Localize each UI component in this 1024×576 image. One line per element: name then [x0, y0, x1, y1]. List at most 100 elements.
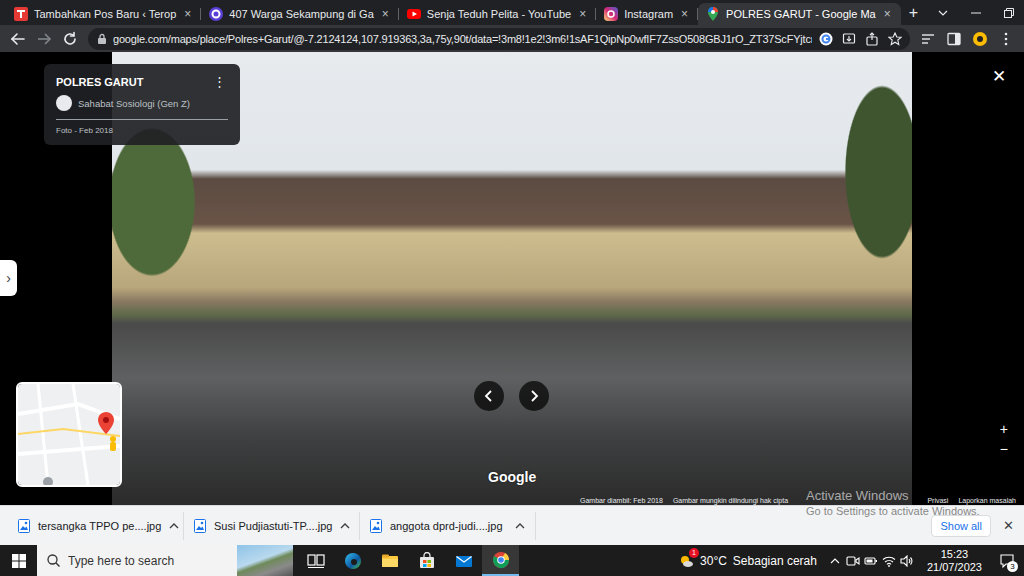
browser-tab[interactable]: 407 Warga Sekampung di Ga ×: [201, 3, 399, 25]
volume-icon[interactable]: [899, 551, 915, 571]
lock-icon: [96, 33, 108, 45]
browser-tab[interactable]: Tambahkan Pos Baru ‹ Terop ×: [6, 3, 201, 25]
forward-arrow-icon[interactable]: [32, 28, 56, 50]
share-icon[interactable]: [863, 30, 881, 48]
weather-widget[interactable]: 130°CSebagian cerah: [672, 553, 823, 569]
notification-center[interactable]: 3: [990, 545, 1024, 576]
activation-watermark: Activate WindowsGo to Settings to activa…: [806, 488, 980, 519]
battery-icon[interactable]: [863, 551, 879, 571]
google-lens-icon[interactable]: [817, 30, 835, 48]
tab-title: Senja Teduh Pelita - YouTube: [427, 8, 571, 20]
tab-title: Tambahkan Pos Baru ‹ Terop: [34, 8, 176, 20]
weather-temperature: 30°C: [700, 554, 727, 568]
explorer-app-icon[interactable]: [371, 545, 408, 576]
image-file-icon: [370, 519, 382, 533]
download-item[interactable]: Susi Pudjiastuti-TP....jpg: [184, 512, 360, 540]
place-title[interactable]: POLRES GARUT: [56, 76, 143, 88]
place-card: POLRES GARUT ⋮ Sahabat Sosiologi (Gen Z) Fo…: [44, 64, 240, 145]
taskbar-search[interactable]: [37, 545, 293, 576]
map-footer: Gambar diambil: Feb 2018Gambar mungkin d…: [580, 497, 1016, 504]
download-item[interactable]: tersangka TPPO pe....jpg: [8, 512, 184, 540]
download-name: tersangka TPPO pe....jpg: [38, 520, 161, 532]
footer-link[interactable]: Laporkan masalah: [958, 497, 1016, 504]
close-street-view-button[interactable]: ✕: [992, 66, 1006, 87]
side-panel-icon[interactable]: [942, 28, 966, 50]
window-controls: [926, 0, 1024, 25]
browser-tab[interactable]: Senja Teduh Pelita - YouTube ×: [399, 3, 596, 25]
minimap-icon[interactable]: [16, 382, 122, 487]
weather-badge: 1: [689, 548, 699, 558]
street-view: POLRES GARUT ⋮ Sahabat Sosiologi (Gen Z) Fo…: [0, 52, 1024, 505]
chevron-up-icon[interactable]: [515, 521, 525, 531]
clock-time: 15:23: [941, 548, 969, 561]
chevron-up-icon[interactable]: [169, 521, 179, 531]
system-tray: [823, 551, 919, 571]
profile-avatar-icon[interactable]: [968, 28, 992, 50]
minimize-icon[interactable]: [959, 0, 992, 25]
zoom-out-button[interactable]: −: [1000, 440, 1008, 458]
image-file-icon: [18, 519, 30, 533]
chrome-app-icon[interactable]: [482, 545, 519, 576]
tab-close-button[interactable]: ×: [182, 7, 193, 21]
browser-tab[interactable]: POLRES GARUT - Google Ma ×: [698, 3, 901, 25]
tab-close-button[interactable]: ×: [882, 7, 893, 21]
download-item[interactable]: anggota dprd-judi....jpg: [360, 512, 536, 540]
previous-photo-icon[interactable]: [474, 381, 504, 411]
tab-strip: Tambahkan Pos Baru ‹ Terop×407 Warga Sek…: [0, 0, 1024, 25]
windows-start-icon[interactable]: [0, 545, 37, 576]
weather-sun-icon: 1: [678, 553, 694, 569]
address-bar[interactable]: google.com/maps/place/Polres+Garut/@-7.2…: [88, 28, 910, 50]
download-name: anggota dprd-judi....jpg: [390, 520, 507, 532]
tab-title: 407 Warga Sekampung di Ga: [229, 8, 374, 20]
show-all-button[interactable]: Show all: [931, 515, 991, 537]
tab-title: POLRES GARUT - Google Ma: [726, 8, 876, 20]
url-text: google.com/maps/place/Polres+Garut/@-7.2…: [113, 33, 812, 45]
meet-now-icon[interactable]: [845, 551, 861, 571]
tab-close-button[interactable]: ×: [679, 7, 690, 21]
taskbar: 130°CSebagian cerah15:2321/07/20233: [0, 545, 1024, 576]
mail-app-icon[interactable]: [445, 545, 482, 576]
footer-note: Gambar mungkin dilindungi hak cipta: [673, 497, 788, 504]
download-name: Susi Pudjiastuti-TP....jpg: [214, 520, 332, 532]
instagram-favicon-icon: [604, 7, 618, 21]
tray-chevron-icon[interactable]: [827, 551, 843, 571]
install-icon[interactable]: [840, 30, 858, 48]
zoom-in-button[interactable]: +: [1000, 420, 1008, 438]
media-queue-icon[interactable]: [916, 28, 940, 50]
next-photo-icon[interactable]: [519, 381, 549, 411]
reload-icon[interactable]: [58, 28, 82, 50]
search-input[interactable]: [68, 554, 229, 568]
photo-date: Foto - Feb 2018: [56, 126, 228, 135]
taskview-app-icon[interactable]: [297, 545, 334, 576]
image-file-icon: [194, 519, 206, 533]
search-highlight-picture: [237, 545, 293, 576]
close-downloads-button[interactable]: ✕: [1003, 518, 1014, 533]
restore-icon[interactable]: [992, 0, 1024, 25]
clock[interactable]: 15:2321/07/2023: [919, 548, 990, 574]
activation-title: Activate Windows: [806, 488, 980, 503]
card-menu-button[interactable]: ⋮: [211, 74, 228, 89]
search-icon: [47, 554, 60, 567]
chevron-up-icon[interactable]: [340, 521, 350, 531]
tab-close-button[interactable]: ×: [380, 7, 391, 21]
side-panel-toggle[interactable]: ›: [0, 260, 17, 296]
maps-favicon-icon: [706, 7, 720, 21]
tab-search-icon[interactable]: [926, 0, 959, 25]
pinned-apps: [297, 545, 519, 576]
store-app-icon[interactable]: [408, 545, 445, 576]
back-arrow-icon[interactable]: [6, 28, 30, 50]
footer-link[interactable]: Privasi: [927, 497, 948, 504]
tab-title: Instagram: [624, 8, 673, 20]
detik-favicon-icon: [209, 7, 223, 21]
edge-app-icon[interactable]: [334, 545, 371, 576]
tab-close-button[interactable]: ×: [577, 7, 588, 21]
zoom-controls: +−: [1000, 420, 1008, 458]
kebab-menu-icon[interactable]: [994, 28, 1018, 50]
new-tab-button[interactable]: +: [901, 4, 926, 25]
browser-tab[interactable]: Instagram ×: [596, 3, 698, 25]
photo-author[interactable]: Sahabat Sosiologi (Gen Z): [78, 98, 190, 109]
browser-toolbar: google.com/maps/place/Polres+Garut/@-7.2…: [0, 25, 1024, 52]
downloads-bar: tersangka TPPO pe....jpg Susi Pudjiastuti…: [0, 505, 1024, 545]
bookmark-star-icon[interactable]: [886, 30, 904, 48]
wifi-icon[interactable]: [881, 551, 897, 571]
